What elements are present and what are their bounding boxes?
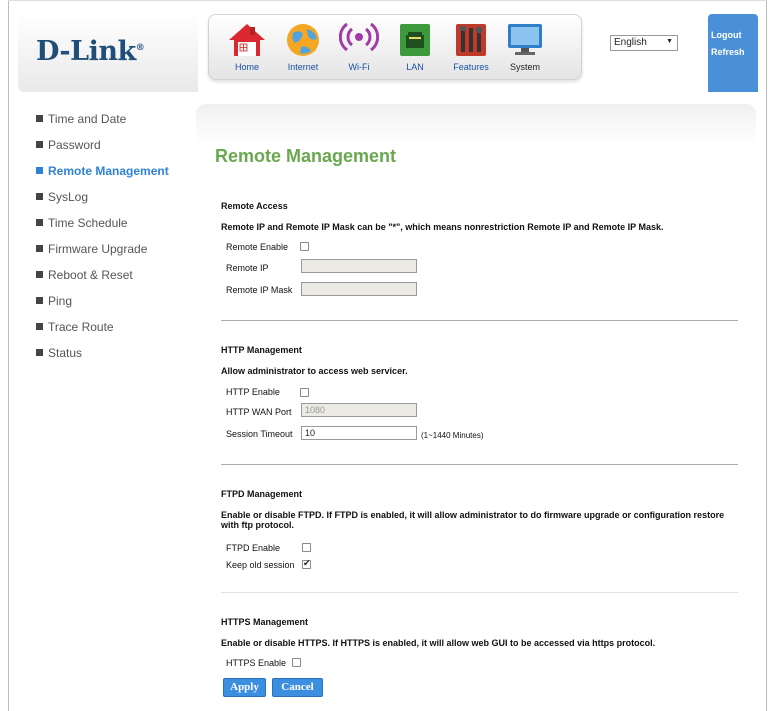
keep-old-session-label: Keep old session xyxy=(226,560,295,570)
bullet-icon xyxy=(36,115,43,122)
remote-enable-label: Remote Enable xyxy=(226,242,289,252)
page-border-left xyxy=(8,0,9,711)
dlink-logo: D-Link® xyxy=(36,36,145,67)
nav-wifi[interactable]: Wi-Fi xyxy=(333,21,385,79)
sidebar-item-firmware-upgrade[interactable]: Firmware Upgrade xyxy=(36,242,147,256)
logout-link[interactable]: Logout xyxy=(711,30,742,40)
sidebar-item-remote-management[interactable]: Remote Management xyxy=(36,164,169,178)
ftpd-desc: Enable or disable FTPD. If FTPD is enabl… xyxy=(221,510,725,530)
sidebar-item-time-and-date[interactable]: Time and Date xyxy=(36,112,126,126)
sidebar-item-syslog[interactable]: SysLog xyxy=(36,190,88,204)
bullet-icon xyxy=(36,271,43,278)
nav-internet-label: Internet xyxy=(287,62,319,72)
ftpd-enable-checkbox[interactable] xyxy=(302,543,311,552)
section-divider xyxy=(221,592,738,593)
tools-icon xyxy=(451,21,491,59)
https-enable-checkbox[interactable] xyxy=(292,658,301,667)
content-panel-top xyxy=(196,104,756,144)
section-divider xyxy=(221,320,738,321)
nav-wifi-label: Wi-Fi xyxy=(348,62,370,72)
wifi-icon xyxy=(338,21,380,59)
bullet-icon xyxy=(36,323,43,330)
remote-ip-mask-label: Remote IP Mask xyxy=(226,285,293,295)
page-title: Remote Management xyxy=(215,146,397,166)
nav-features-label: Features xyxy=(453,62,489,72)
http-wan-port-input[interactable] xyxy=(301,403,417,417)
section-divider xyxy=(221,464,738,465)
bullet-icon xyxy=(36,219,43,226)
bullet-icon xyxy=(36,297,43,304)
ftpd-title: FTPD Management xyxy=(221,489,303,499)
remote-access-title: Remote Access xyxy=(221,201,288,211)
sidebar-item-reboot-reset[interactable]: Reboot & Reset xyxy=(36,268,133,282)
sidebar-item-ping[interactable]: Ping xyxy=(36,294,72,308)
main-nav: Home Internet Wi-Fi LAN Features System xyxy=(208,14,582,80)
bullet-icon xyxy=(36,349,43,356)
https-enable-label: HTTPS Enable xyxy=(226,658,287,668)
bullet-icon xyxy=(36,141,43,148)
keep-old-session-checkbox[interactable] xyxy=(302,558,311,569)
bullet-icon xyxy=(36,193,43,200)
bullet-icon xyxy=(36,167,43,174)
sidebar-item-status[interactable]: Status xyxy=(36,346,82,360)
sidebar-item-trace-route[interactable]: Trace Route xyxy=(36,320,114,334)
home-icon xyxy=(227,21,267,59)
nav-system[interactable]: System xyxy=(499,21,551,79)
http-title: HTTP Management xyxy=(221,345,302,355)
language-select[interactable]: English ▼ xyxy=(610,35,678,51)
ftpd-enable-label: FTPD Enable xyxy=(226,543,281,553)
remote-ip-input[interactable] xyxy=(301,259,417,273)
remote-ip-label: Remote IP xyxy=(226,263,269,273)
session-timeout-input[interactable] xyxy=(301,426,417,440)
http-enable-checkbox[interactable] xyxy=(300,388,309,397)
page-border-top xyxy=(8,0,767,1)
remote-access-desc: Remote IP and Remote IP Mask can be "*",… xyxy=(221,222,664,232)
monitor-icon xyxy=(505,21,545,59)
page-border-right xyxy=(766,0,767,711)
sidebar-item-password[interactable]: Password xyxy=(36,138,101,152)
cancel-button[interactable]: Cancel xyxy=(272,678,323,697)
language-value: English xyxy=(614,37,647,48)
sidebar-item-time-schedule[interactable]: Time Schedule xyxy=(36,216,128,230)
apply-button[interactable]: Apply xyxy=(223,678,266,697)
session-timeout-label: Session Timeout xyxy=(226,429,293,439)
http-wan-port-label: HTTP WAN Port xyxy=(226,407,292,417)
nav-internet[interactable]: Internet xyxy=(277,21,329,79)
https-desc: Enable or disable HTTPS. If HTTPS is ena… xyxy=(221,638,656,648)
https-title: HTTPS Management xyxy=(221,617,309,627)
nav-features[interactable]: Features xyxy=(445,21,497,79)
nav-lan-label: LAN xyxy=(406,62,424,72)
http-desc: Allow administrator to access web servic… xyxy=(221,366,408,376)
nav-home[interactable]: Home xyxy=(221,21,273,79)
session-timeout-hint: (1~1440 Minutes) xyxy=(421,431,484,440)
globe-icon xyxy=(283,21,323,59)
chevron-down-icon: ▼ xyxy=(666,38,673,45)
http-enable-label: HTTP Enable xyxy=(226,387,280,397)
refresh-link[interactable]: Refresh xyxy=(711,47,745,57)
nav-lan[interactable]: LAN xyxy=(389,21,441,79)
remote-enable-checkbox[interactable] xyxy=(300,242,309,251)
remote-ip-mask-input[interactable] xyxy=(301,282,417,296)
nav-home-label: Home xyxy=(234,62,259,72)
lan-icon xyxy=(395,21,435,59)
nav-system-label: System xyxy=(509,62,540,72)
bullet-icon xyxy=(36,245,43,252)
